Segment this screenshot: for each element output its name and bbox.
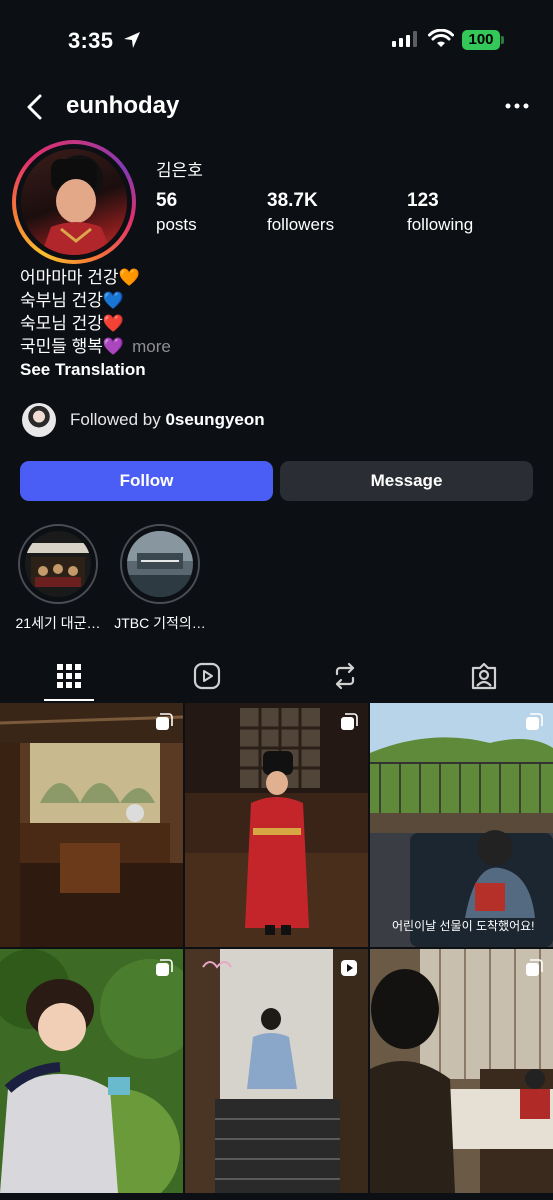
message-button[interactable]: Message [280, 461, 533, 501]
follow-button[interactable]: Follow [20, 461, 273, 501]
reels-icon[interactable] [191, 660, 223, 692]
avatar-image [21, 149, 127, 255]
bio-line: 어마마마 건강🧡 [20, 268, 140, 287]
bio-line-last: 국민들 행복💜 more [20, 335, 171, 358]
following-count-value: 123 [407, 190, 439, 211]
followers-count[interactable]: 38.7K followers [267, 190, 334, 235]
post-caption-overlay: 어린이날 선물이 도착했어요! [392, 919, 535, 933]
active-tab-indicator [44, 699, 94, 701]
battery-tip [501, 36, 504, 44]
grid-icon[interactable] [53, 660, 85, 692]
followed-by-text: Followed by 0seungyeon [70, 410, 265, 430]
carousel-icon [156, 713, 173, 730]
more-options-icon[interactable] [505, 102, 529, 110]
post-thumbnail[interactable] [370, 949, 553, 1193]
bio-line: 숙모님 건강❤️ [20, 314, 125, 333]
carousel-icon [526, 959, 543, 976]
posts-count-label: posts [156, 215, 197, 234]
followed-by-prefix: Followed by [70, 410, 166, 429]
post-thumbnail[interactable] [185, 703, 368, 947]
bio-line-text: 국민들 행복💜 [20, 337, 125, 356]
see-translation-link[interactable]: See Translation [20, 360, 146, 380]
highlight-label: JTBC 기적의… [114, 615, 206, 631]
following-count-label: following [407, 215, 474, 234]
highlight-cover [127, 531, 193, 597]
following-count[interactable]: 123 following [407, 190, 473, 235]
profile-tabs [0, 652, 553, 702]
mutual-follower-avatar [22, 403, 56, 437]
wifi-icon [428, 29, 454, 47]
bio-more-link[interactable]: more [132, 337, 171, 356]
story-highlight[interactable]: 21세기 대군… [10, 524, 106, 633]
carousel-icon [526, 713, 543, 730]
post-thumbnail[interactable] [0, 949, 183, 1193]
location-arrow-icon [124, 32, 140, 48]
followed-by-row[interactable]: Followed by 0seungyeon [22, 400, 265, 440]
status-bar: 3:35 100 [0, 0, 553, 80]
followed-by-user: 0seungyeon [165, 410, 265, 429]
highlight-cover [25, 531, 91, 597]
battery-icon: 100 [462, 30, 500, 50]
profile-header: eunhoday [0, 84, 553, 128]
posts-count-value: 56 [156, 190, 178, 211]
profile-full-name: 김은호 [156, 161, 203, 180]
cellular-signal-icon [392, 31, 417, 47]
followers-count-value: 38.7K [267, 190, 318, 211]
story-highlight[interactable]: JTBC 기적의… [112, 524, 208, 633]
back-arrow-icon[interactable] [22, 92, 48, 122]
profile-bio: 어마마마 건강🧡 숙부님 건강💙 숙모님 건강❤️ 국민들 행복💜 more [20, 266, 171, 358]
posts-count: 56 posts [156, 190, 197, 235]
post-thumbnail[interactable]: 어린이날 선물이 도착했어요! [370, 703, 553, 947]
bio-line: 숙부님 건강💙 [20, 291, 125, 310]
highlight-label: 21세기 대군… [15, 615, 101, 631]
tagged-icon[interactable] [468, 660, 500, 692]
post-thumbnail[interactable] [0, 703, 183, 947]
profile-username: eunhoday [66, 92, 180, 119]
status-time: 3:35 [68, 28, 114, 53]
carousel-icon [341, 713, 358, 730]
reel-icon [341, 960, 357, 976]
post-thumbnail[interactable] [185, 949, 368, 1193]
reposts-icon[interactable] [329, 660, 361, 692]
profile-avatar[interactable] [12, 140, 136, 264]
carousel-icon [156, 959, 173, 976]
followers-count-label: followers [267, 215, 335, 234]
